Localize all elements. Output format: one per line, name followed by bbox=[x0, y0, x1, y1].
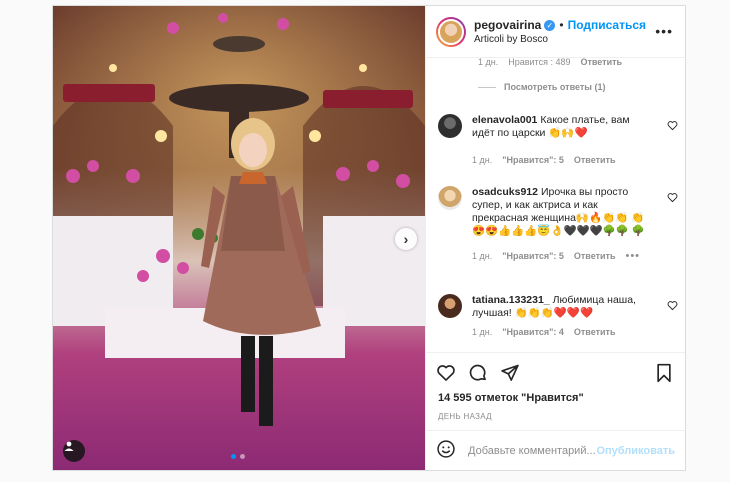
reply-meta: 1 дн. Нравится : 489 Ответить bbox=[478, 58, 622, 67]
comment-options-icon[interactable]: ••• bbox=[625, 250, 640, 263]
comment-time: 1 дн. bbox=[472, 155, 493, 165]
commenter-username[interactable]: osadcuks912 bbox=[472, 186, 538, 198]
post-photo[interactable]: › bbox=[53, 6, 425, 470]
follow-button[interactable]: Подписаться bbox=[568, 18, 646, 32]
photo-illustration bbox=[53, 6, 425, 470]
reply-button[interactable]: Ответить bbox=[574, 326, 616, 339]
likes-count[interactable]: 14 595 отметок "Нравится" bbox=[426, 392, 685, 408]
commenter-avatar[interactable] bbox=[438, 294, 462, 318]
like-button[interactable] bbox=[436, 363, 456, 383]
carousel-dot bbox=[231, 454, 236, 459]
post-sidebar: pegovairina ✓ • Подписаться Articoli by … bbox=[425, 6, 685, 470]
carousel-dot bbox=[240, 454, 245, 459]
comment-likes[interactable]: "Нравится": 4 bbox=[502, 326, 564, 339]
comment-time: 1 дн. bbox=[472, 327, 493, 337]
bookmark-icon bbox=[657, 363, 671, 383]
reply-button[interactable]: Ответить bbox=[574, 154, 616, 167]
reply-time: 1 дн. bbox=[478, 58, 499, 67]
commenter-avatar[interactable] bbox=[438, 186, 462, 210]
comment-item: osadcuks912 Ирочка вы просто супер, и как… bbox=[438, 186, 678, 263]
comment-likes[interactable]: "Нравится": 5 bbox=[502, 250, 564, 263]
commenter-username[interactable]: tatiana.133231_ bbox=[472, 294, 550, 306]
comment-input[interactable]: Добавьте комментарий... bbox=[468, 445, 596, 457]
post-actions bbox=[426, 352, 685, 392]
share-button[interactable] bbox=[500, 363, 520, 383]
publish-button[interactable]: Опубликовать bbox=[596, 445, 675, 457]
smiley-icon bbox=[437, 440, 455, 458]
commenter-avatar[interactable] bbox=[438, 114, 462, 138]
like-comment-heart-icon[interactable] bbox=[667, 192, 678, 203]
reply-button[interactable]: Ответить bbox=[580, 58, 622, 67]
author-username[interactable]: pegovairina bbox=[474, 18, 541, 32]
user-icon bbox=[64, 441, 74, 451]
more-options-icon[interactable]: ••• bbox=[655, 24, 673, 38]
save-button[interactable] bbox=[655, 363, 673, 388]
view-replies-button[interactable]: Посмотреть ответы (1) bbox=[478, 82, 605, 92]
instagram-post: › pegovairina ✓ • Подписаться Articoli b… bbox=[52, 5, 686, 471]
post-location[interactable]: Articoli by Bosco bbox=[474, 34, 646, 45]
like-comment-heart-icon[interactable] bbox=[667, 120, 678, 131]
post-header: pegovairina ✓ • Подписаться Articoli by … bbox=[426, 6, 685, 58]
comment-item: tatiana.133231_ Любимица наша, лучшая! 👏👏… bbox=[438, 294, 678, 339]
post-time[interactable]: ДЕНЬ НАЗАД bbox=[426, 408, 685, 430]
carousel-next-button[interactable]: › bbox=[395, 228, 417, 250]
verified-icon: ✓ bbox=[544, 19, 556, 31]
tagged-users-button[interactable] bbox=[63, 440, 85, 462]
carousel-indicator bbox=[231, 454, 245, 459]
author-avatar[interactable] bbox=[436, 16, 466, 47]
comment-likes[interactable]: "Нравится": 5 bbox=[502, 154, 564, 167]
view-replies-label: Посмотреть ответы (1) bbox=[504, 82, 606, 92]
like-comment-heart-icon[interactable] bbox=[667, 300, 678, 311]
add-comment-bar: Добавьте комментарий... Опубликовать bbox=[426, 430, 685, 470]
emoji-button[interactable] bbox=[436, 439, 456, 462]
commenter-username[interactable]: elenavola001 bbox=[472, 114, 537, 126]
heart-icon bbox=[437, 364, 455, 381]
reply-button[interactable]: Ответить bbox=[574, 250, 616, 263]
comments-list: 1 дн. Нравится : 489 Ответить Посмотреть… bbox=[426, 58, 685, 352]
comment-item: elenavola001 Какое платье, вам идёт по ца… bbox=[438, 114, 678, 167]
comment-icon bbox=[469, 364, 486, 380]
paper-plane-icon bbox=[501, 364, 519, 381]
separator-dot: • bbox=[559, 18, 564, 32]
comment-time: 1 дн. bbox=[472, 251, 493, 261]
reply-likes[interactable]: Нравится : 489 bbox=[508, 58, 570, 67]
comment-button[interactable] bbox=[468, 363, 488, 383]
